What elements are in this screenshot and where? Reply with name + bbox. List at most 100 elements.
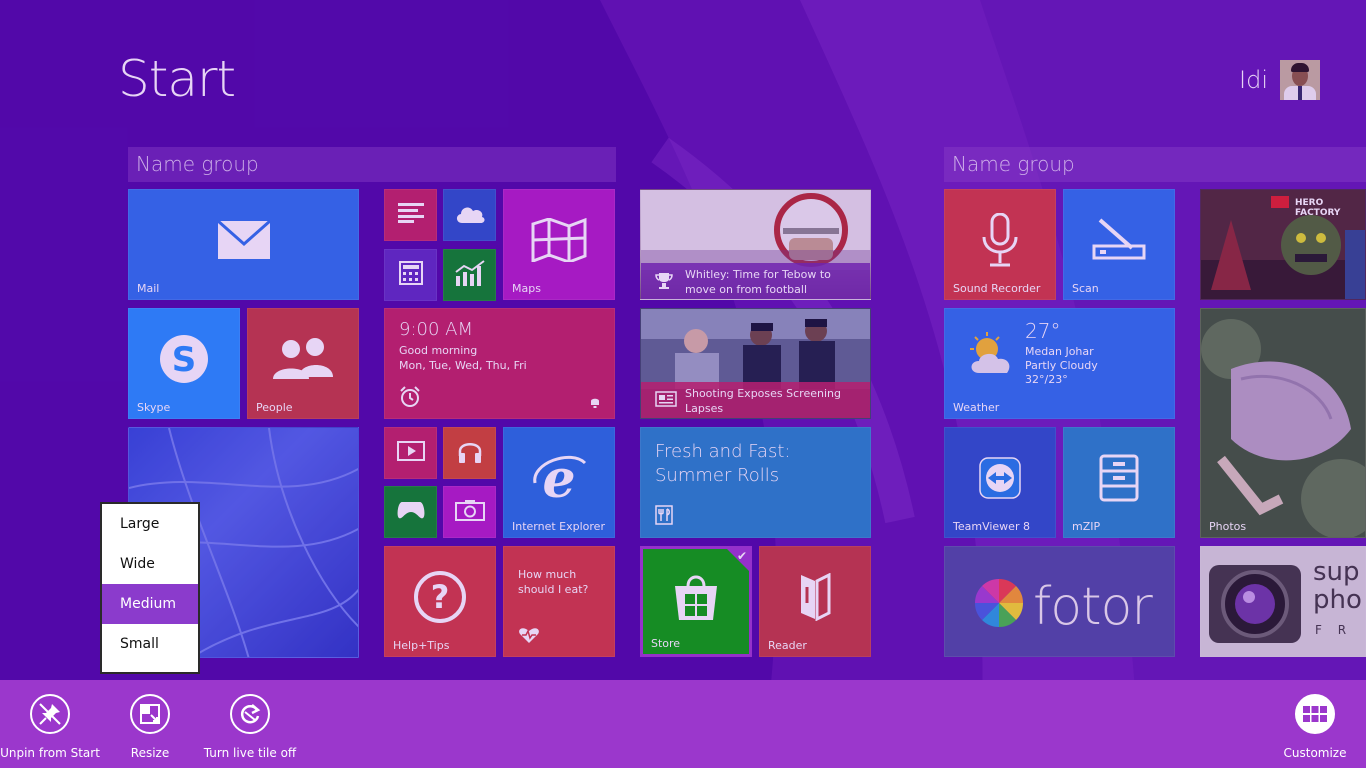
tile-teamviewer[interactable]: TeamViewer 8 — [944, 427, 1056, 538]
reading-list-icon — [397, 203, 424, 223]
tile-hero-factory[interactable]: HERO FACTORY — [1200, 189, 1366, 300]
tile-skype[interactable]: S Skype — [128, 308, 240, 419]
people-icon — [271, 337, 335, 381]
tile-label: Skype — [137, 401, 171, 414]
alarm-clock-icon — [399, 386, 421, 412]
live-tile-label: Turn live tile off — [203, 746, 297, 760]
tile-help-tips[interactable]: ? Help+Tips — [384, 546, 496, 657]
tile-label: People — [256, 401, 293, 414]
teamviewer-icon — [978, 456, 1022, 500]
tile-reading-list[interactable] — [384, 189, 437, 241]
microphone-icon — [980, 213, 1020, 267]
fotor-brand: fotor — [1033, 577, 1153, 637]
archive-cabinet-icon — [1099, 454, 1139, 502]
tile-health-fitness[interactable]: How much should I eat? — [503, 546, 615, 657]
tile-label: Reader — [768, 639, 807, 652]
tile-video[interactable] — [384, 427, 437, 479]
user-account[interactable]: Idi — [1239, 60, 1320, 100]
tile-news[interactable]: Shooting Exposes Screening Lapses — [640, 308, 871, 419]
tile-music[interactable] — [443, 427, 496, 479]
avatar — [1280, 60, 1320, 100]
tile-label: Maps — [512, 282, 541, 295]
unpin-from-start-button[interactable]: Unpin from Start — [0, 694, 105, 760]
resize-menu: Large Wide Medium Small — [100, 502, 200, 674]
news-photo-icon — [641, 309, 870, 389]
headphones-icon — [457, 438, 483, 464]
resize-option-small[interactable]: Small — [102, 624, 198, 664]
tile-label: Sound Recorder — [953, 282, 1041, 295]
weather-location: Medan Johar — [1025, 345, 1094, 358]
video-icon — [396, 441, 425, 461]
camera-lens-icon — [1207, 557, 1303, 653]
health-question: How much should I eat? — [518, 568, 589, 596]
tile-label: Help+Tips — [393, 639, 450, 652]
mail-icon — [216, 220, 271, 260]
customize-icon — [1295, 694, 1335, 734]
internet-explorer-icon: e — [531, 453, 587, 503]
fotor-logo-icon — [973, 577, 1025, 633]
tile-sound-recorder[interactable]: Sound Recorder — [944, 189, 1056, 300]
tile-label: Weather — [953, 401, 1000, 414]
turn-live-tile-off-button[interactable]: Turn live tile off — [195, 694, 305, 760]
weather-range: 32°/23° — [1025, 373, 1068, 386]
tile-sports-news[interactable]: Whitley: Time for Tebow to move on from … — [640, 189, 871, 300]
super-photo-brand-line3: F R — [1315, 623, 1353, 637]
start-title: Start — [118, 50, 236, 108]
tile-photos[interactable]: Photos — [1200, 308, 1366, 538]
customize-button[interactable]: Customize — [1260, 694, 1366, 760]
gamepad-icon — [396, 500, 426, 520]
tile-label: Scan — [1072, 282, 1099, 295]
tile-weather[interactable]: 27° Medan Johar Partly Cloudy 32°/23° We… — [944, 308, 1175, 419]
tile-alarms[interactable]: 9:00 AM Good morning Mon, Tue, Wed, Thu,… — [384, 308, 615, 419]
tile-label: mZIP — [1072, 520, 1101, 533]
tile-onedrive[interactable] — [443, 189, 496, 241]
group-name-1[interactable]: Name group — [128, 147, 616, 182]
question-icon: ? — [413, 570, 467, 624]
tile-reader[interactable]: Reader — [759, 546, 871, 657]
group-name-2[interactable]: Name group — [944, 147, 1366, 182]
map-icon — [531, 218, 587, 263]
tile-mail[interactable]: Mail — [128, 189, 359, 300]
tile-label: Internet Explorer — [512, 520, 605, 533]
heart-icon — [518, 626, 540, 648]
resize-button[interactable]: Resize — [95, 694, 205, 760]
live-tile-refresh-icon — [230, 694, 270, 734]
tile-maps[interactable]: Maps — [503, 189, 615, 300]
tile-games[interactable] — [384, 486, 437, 538]
checkmark-icon: ✔ — [736, 549, 747, 563]
tile-calculator[interactable] — [384, 249, 437, 301]
resize-label: Resize — [130, 746, 170, 760]
alarm-days: Mon, Tue, Wed, Thu, Fri — [399, 359, 527, 372]
tile-camera[interactable] — [443, 486, 496, 538]
tile-food-drink[interactable]: Fresh and Fast: Summer Rolls — [640, 427, 871, 538]
food-headline: Fresh and Fast: Summer Rolls — [655, 441, 791, 486]
tile-finance[interactable] — [443, 249, 496, 301]
user-name: Idi — [1239, 66, 1268, 94]
cloud-icon — [454, 202, 486, 224]
unpin-label: Unpin from Start — [0, 746, 100, 760]
svg-text:?: ? — [431, 578, 450, 616]
news-caption: Shooting Exposes Screening Lapses — [641, 382, 870, 418]
news-headline: Shooting Exposes Screening Lapses — [685, 387, 841, 415]
utensils-icon — [655, 505, 673, 529]
unpin-icon — [30, 694, 70, 734]
tile-people[interactable]: People — [247, 308, 359, 419]
chart-icon — [454, 260, 486, 286]
weather-condition: Partly Cloudy — [1025, 359, 1098, 372]
resize-option-large[interactable]: Large — [102, 504, 198, 544]
tile-scan[interactable]: Scan — [1063, 189, 1175, 300]
tile-internet-explorer[interactable]: e Internet Explorer — [503, 427, 615, 538]
tile-super-photo[interactable]: sup pho F R — [1200, 546, 1366, 657]
tile-mzip[interactable]: mZIP — [1063, 427, 1175, 538]
resize-option-medium[interactable]: Medium — [102, 584, 198, 624]
trophy-icon — [655, 272, 673, 294]
skype-icon: S — [157, 332, 211, 386]
partly-cloudy-icon — [965, 331, 1015, 379]
shopping-bag-icon — [671, 572, 721, 622]
weather-temperature: 27° — [1025, 319, 1061, 343]
resize-option-wide[interactable]: Wide — [102, 544, 198, 584]
tile-store[interactable]: ✔ Store — [640, 546, 752, 657]
super-photo-brand-line1: sup — [1313, 557, 1360, 587]
tile-fotor[interactable]: fotor — [944, 546, 1175, 657]
photo-thumbnail-icon — [1201, 309, 1365, 537]
